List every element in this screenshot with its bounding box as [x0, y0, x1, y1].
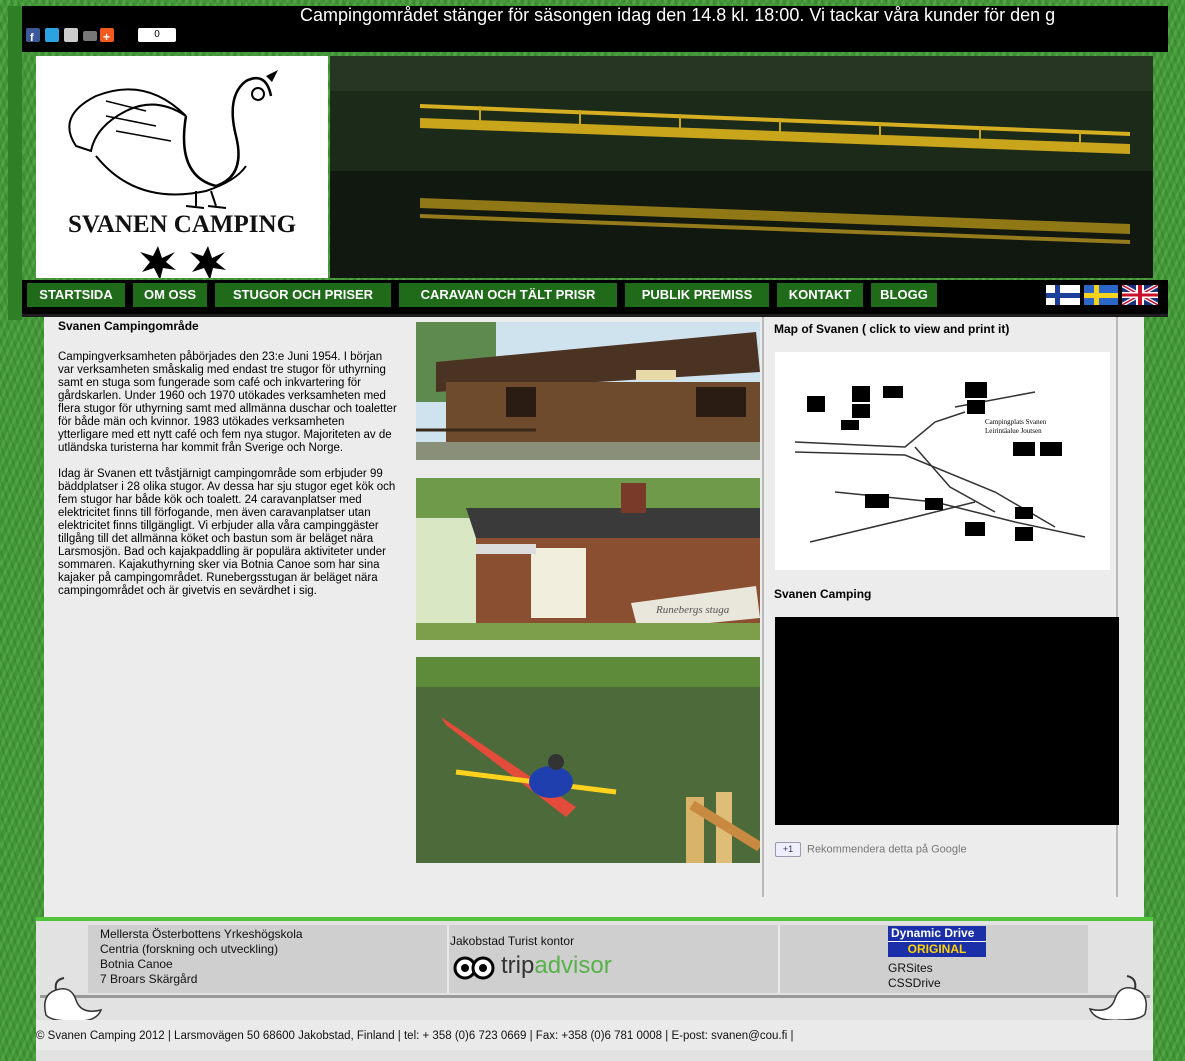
content-paragraph-1: Campingverksamheten påbörjades den 23:e … — [58, 351, 397, 454]
footer-link[interactable]: Botnia Canoe — [100, 957, 303, 972]
footer-tourist-office[interactable]: Jakobstad Turist kontor — [450, 934, 574, 949]
google-recommend-text: Rekommendera detta på Google — [807, 843, 967, 856]
nav-item-caravan[interactable]: CARAVAN OCH TÄLT PRISR — [399, 283, 617, 307]
sweden-flag-icon[interactable] — [1084, 285, 1118, 305]
tripadvisor-text-trip: trip — [501, 952, 535, 979]
star-icon — [190, 246, 226, 280]
tripadvisor-text-advisor: advisor — [534, 952, 612, 979]
footer-rule — [40, 995, 1150, 998]
swan-left-icon — [44, 977, 103, 1023]
footer-link[interactable]: 7 Broars Skärgård — [100, 972, 303, 987]
facebook-icon[interactable]: f — [26, 28, 40, 44]
video-title: Svanen Camping — [774, 587, 872, 601]
addthis-icon[interactable]: + — [100, 28, 114, 44]
dynamicdrive-title: Dynamic Drive — [888, 926, 986, 941]
nav-item-blogg[interactable]: BLOGG — [871, 283, 937, 307]
header-banner-image — [330, 56, 1153, 278]
tripadvisor-owl-icon — [453, 956, 495, 980]
nav-item-stugor[interactable]: STUGOR OCH PRISER — [215, 283, 391, 307]
nav-item-publik-premiss[interactable]: PUBLIK PREMISS — [625, 283, 769, 307]
nav-item-startsida[interactable]: STARTSIDA — [27, 283, 125, 307]
content-heading: Svanen Campingområde — [58, 319, 199, 333]
nav-item-kontakt[interactable]: KONTAKT — [777, 283, 863, 307]
photo-kayaking[interactable] — [416, 657, 760, 863]
google-plus-icon[interactable]: +1 — [775, 842, 801, 857]
footer-divider — [778, 925, 780, 993]
logo[interactable]: SVANEN CAMPING — [36, 56, 328, 280]
uk-flag-icon[interactable] — [1122, 285, 1158, 305]
google-recommend[interactable]: +1 Rekommendera detta på Google — [775, 842, 967, 857]
column-divider — [762, 317, 764, 897]
footer-link[interactable]: CSSDrive — [888, 976, 941, 991]
finland-flag-icon[interactable] — [1046, 285, 1080, 305]
map-title: Map of Svanen ( click to view and print … — [774, 322, 1010, 336]
nav-item-om-oss[interactable]: OM OSS — [133, 283, 207, 307]
map-label: Campingplats Svanen — [985, 418, 1047, 426]
footer-link[interactable]: GRSites — [888, 961, 941, 976]
photo-runeberg-cottage[interactable]: Runebergs stuga — [416, 478, 760, 640]
share-count: 0 — [138, 28, 176, 42]
footer-links-col1: Mellersta Österbottens Yrkeshögskola Cen… — [100, 927, 303, 987]
dynamicdrive-original: ORIGINAL — [888, 941, 986, 957]
video-embed[interactable] — [775, 617, 1119, 825]
page-edge — [8, 6, 22, 320]
photo-cafe-building[interactable] — [416, 322, 760, 460]
news-ticker: Campingområdet stänger för säsongen idag… — [300, 5, 1056, 25]
footer-links-col3: GRSites CSSDrive — [888, 961, 941, 991]
footer-link[interactable]: Centria (forskning och utveckling) — [100, 942, 303, 957]
swan-logo-icon — [68, 70, 278, 280]
content-paragraph-2: Idag är Svanen ett tvåstjärnigt campingo… — [58, 468, 396, 597]
dynamicdrive-badge[interactable]: Dynamic Drive ORIGINAL — [888, 926, 986, 960]
intro-text-column: Svanen Campingområde Campingverksamheten… — [58, 320, 398, 611]
swan-right-icon — [1088, 975, 1147, 1022]
footer-link[interactable]: Mellersta Österbottens Yrkeshögskola — [100, 927, 303, 942]
campsite-map[interactable]: Campingplats Svanen Leirintäalue Joutsen — [775, 352, 1110, 570]
copyright-text: © Svanen Camping 2012 | Larsmovägen 50 6… — [36, 1030, 794, 1042]
twitter-icon[interactable] — [45, 28, 59, 42]
print-icon[interactable] — [83, 31, 97, 41]
logo-text: SVANEN CAMPING — [67, 211, 297, 238]
footer-divider — [447, 925, 449, 993]
star-icon — [140, 246, 176, 280]
map-label: Leirintäalue Joutsen — [985, 427, 1042, 435]
cottage-sign: Runebergs stuga — [655, 604, 730, 616]
tripadvisor-logo[interactable]: tripadvisor — [453, 952, 612, 982]
email-icon[interactable] — [64, 28, 78, 42]
